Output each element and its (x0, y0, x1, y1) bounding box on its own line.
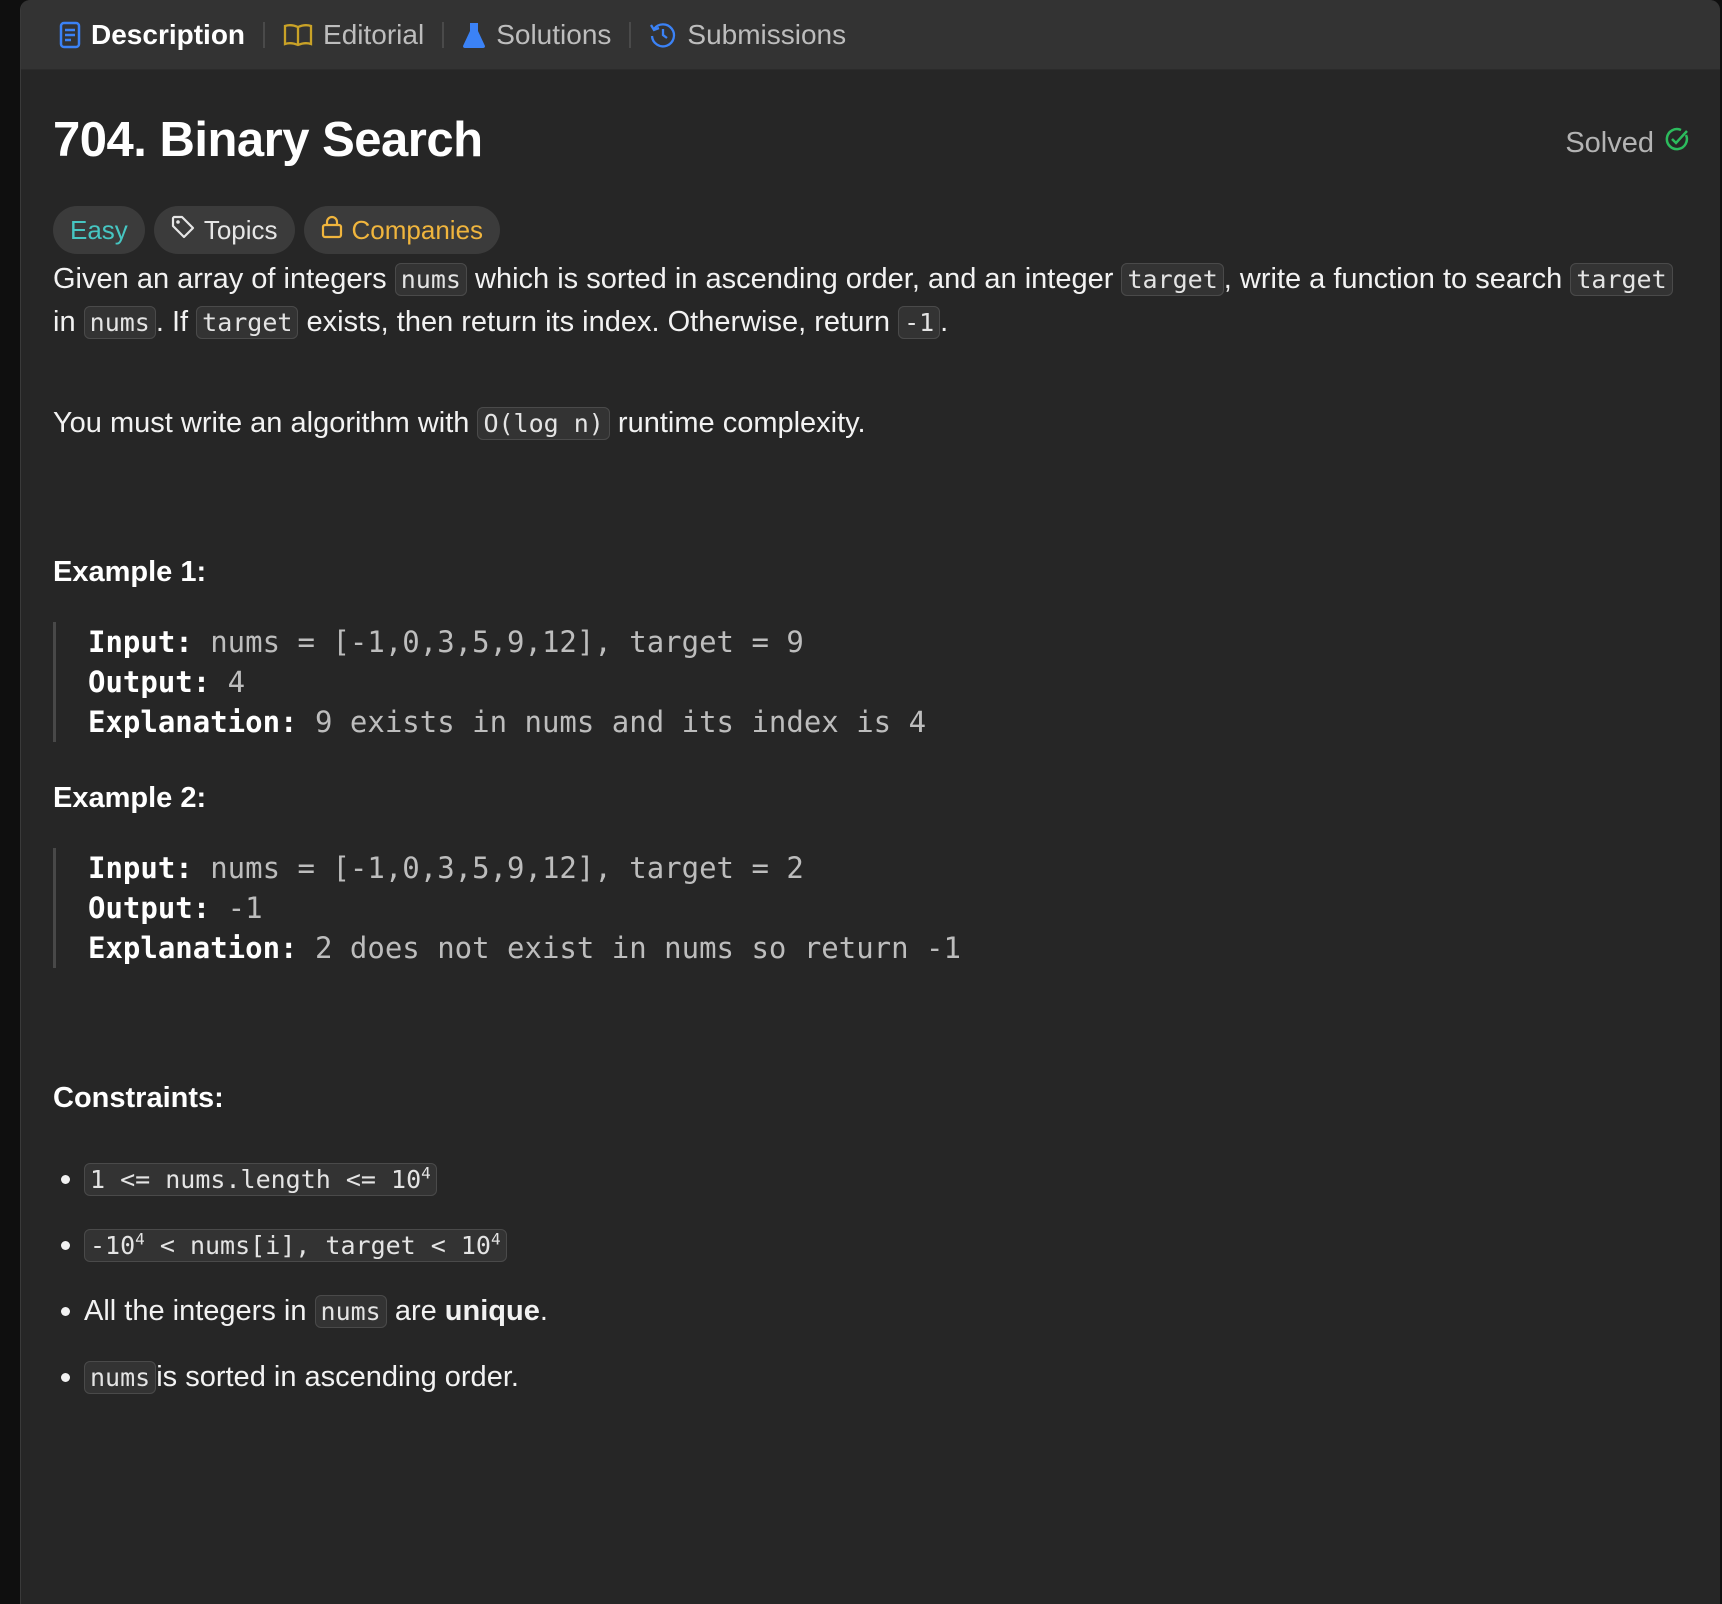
inline-code: -104 < nums[i], target < 104 (84, 1228, 507, 1262)
inline-code: target (1121, 263, 1224, 296)
solved-status: Solved (1565, 126, 1690, 160)
tab-description-label: Description (91, 18, 246, 50)
difficulty-badge: Easy (53, 206, 145, 254)
companies-label: Companies (351, 214, 484, 245)
superscript: 4 (135, 1229, 145, 1249)
tag-icon (171, 215, 195, 246)
inline-code: O(log n) (477, 407, 610, 440)
bold-text: unique (444, 1294, 540, 1327)
topics-button[interactable]: Topics (153, 206, 295, 254)
inline-code: nums (84, 1360, 157, 1394)
tab-bar: Description Editorial Solutions Submissi… (21, 0, 1720, 70)
output-label: Output: (88, 891, 211, 925)
desc-text: . If (155, 306, 197, 338)
description-paragraph: Given an array of integers nums which is… (53, 258, 1690, 344)
input-label: Input: (88, 851, 193, 885)
constraints-heading: Constraints: (53, 1082, 224, 1114)
flask-icon (462, 21, 486, 49)
complexity-paragraph: You must write an algorithm with O(log n… (53, 402, 1690, 445)
desc-text: , write a function to search (1223, 263, 1571, 295)
explanation-label: Explanation: (88, 705, 298, 739)
lock-icon (321, 215, 343, 246)
example-2-block: Input: nums = [-1,0,3,5,9,12], target = … (53, 848, 961, 968)
desc-text: runtime complexity. (609, 407, 866, 439)
bullet (61, 1306, 70, 1316)
desc-text: Given an array of integers (53, 263, 395, 295)
example-1-block: Input: nums = [-1,0,3,5,9,12], target = … (53, 622, 926, 742)
tab-submissions-label: Submissions (687, 18, 847, 50)
check-circle-icon (1664, 126, 1690, 160)
desc-text: . (940, 306, 949, 338)
inline-code: nums (314, 1294, 387, 1328)
input-value: nums = [-1,0,3,5,9,12], target = 2 (192, 851, 804, 885)
bullet (61, 1174, 70, 1184)
desc-text: in (53, 306, 84, 338)
inline-code: target (1570, 263, 1673, 296)
desc-text: which is sorted in ascending order, and … (466, 263, 1122, 295)
example-explanation-line: Explanation: 2 does not exist in nums so… (88, 928, 961, 968)
example-input-line: Input: nums = [-1,0,3,5,9,12], target = … (88, 848, 961, 888)
inline-code: nums (83, 306, 156, 339)
companies-button[interactable]: Companies (303, 206, 501, 254)
example-output-line: Output: -1 (88, 888, 961, 928)
book-icon (283, 22, 313, 48)
superscript: 4 (421, 1163, 431, 1183)
inline-code: -1 (898, 306, 941, 339)
desc-text: exists, then return its index. Otherwise… (298, 306, 899, 338)
explanation-label: Explanation: (88, 931, 298, 965)
inline-code: nums (394, 263, 467, 296)
input-value: nums = [-1,0,3,5,9,12], target = 9 (192, 625, 804, 659)
bullet (61, 1372, 70, 1382)
tab-editorial[interactable]: Editorial (273, 19, 434, 51)
constraint-item: All the integers in nums are unique. (53, 1278, 548, 1344)
topics-label: Topics (203, 214, 278, 245)
tab-description[interactable]: Description (49, 19, 255, 51)
constraint-text: is sorted in ascending order. (156, 1360, 519, 1393)
constraints-list: 1 <= nums.length <= 104 -104 < nums[i], … (53, 1146, 548, 1410)
example-2-heading: Example 2: (53, 782, 207, 814)
constraint-text: . (539, 1294, 548, 1327)
problem-title: 704. Binary Search (53, 113, 483, 167)
desc-text: You must write an algorithm with (53, 407, 478, 439)
constraint-item: -104 < nums[i], target < 104 (53, 1212, 548, 1278)
history-icon (649, 21, 677, 49)
example-1-heading: Example 1: (53, 556, 207, 588)
output-value: 4 (210, 665, 246, 699)
tab-divider (442, 21, 445, 48)
solved-label: Solved (1565, 126, 1654, 159)
output-value: -1 (210, 891, 263, 925)
code-text: -10 (90, 1230, 136, 1260)
tag-pills: Easy Topics Companies (53, 206, 501, 254)
example-output-line: Output: 4 (88, 662, 926, 702)
input-label: Input: (88, 625, 193, 659)
difficulty-label: Easy (70, 214, 128, 245)
constraint-text: are (394, 1294, 437, 1327)
constraint-text: All the integers in (84, 1294, 307, 1327)
tab-solutions[interactable]: Solutions (452, 19, 621, 51)
inline-code: target (196, 306, 299, 339)
tab-editorial-label: Editorial (323, 18, 425, 50)
tab-divider (263, 21, 266, 48)
problem-panel: Description Editorial Solutions Submissi… (20, 0, 1720, 1604)
output-label: Output: (88, 665, 211, 699)
superscript: 4 (490, 1229, 501, 1249)
tab-solutions-label: Solutions (496, 18, 612, 50)
inline-code: 1 <= nums.length <= 104 (84, 1162, 437, 1196)
tab-divider (629, 21, 632, 48)
code-text: 1 <= nums.length <= 10 (90, 1164, 422, 1194)
code-text: < nums[i], target < 10 (144, 1230, 491, 1260)
tab-submissions[interactable]: Submissions (639, 19, 856, 51)
bullet (61, 1240, 70, 1250)
description-icon (59, 21, 81, 49)
example-explanation-line: Explanation: 9 exists in nums and its in… (88, 702, 926, 742)
constraint-item: 1 <= nums.length <= 104 (53, 1146, 548, 1212)
explanation-value: 2 does not exist in nums so return -1 (297, 931, 961, 965)
explanation-value: 9 exists in nums and its index is 4 (297, 705, 927, 739)
constraint-item: nums is sorted in ascending order. (53, 1344, 548, 1410)
example-input-line: Input: nums = [-1,0,3,5,9,12], target = … (88, 622, 926, 662)
